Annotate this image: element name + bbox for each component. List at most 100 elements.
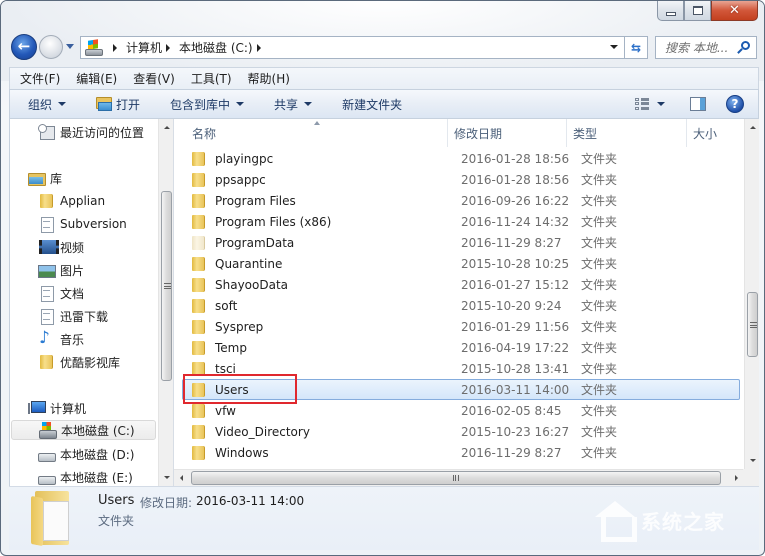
address-dropdown-icon[interactable] [610,45,618,49]
minimize-button[interactable] [657,1,684,21]
change-view-icon[interactable] [635,98,649,110]
file-row[interactable]: Windows 2016-11-29 8:27 文件夹 [182,442,740,463]
folder-icon [38,193,54,209]
folder-icon [190,382,206,398]
file-name: Windows [215,445,269,460]
file-name: soft [215,298,238,313]
scrollbar-thumb[interactable] [161,191,172,381]
column-header-date-modified[interactable]: 修改日期 [448,119,567,147]
maximize-button[interactable] [684,1,711,21]
organize-button[interactable]: 组织 [28,96,67,113]
sidebar-item-pictures[interactable]: 图片 [38,260,84,280]
sidebar-item-documents[interactable]: 文档 [38,283,84,303]
include-in-library-button[interactable]: 包含到库中 [170,96,245,113]
scroll-down-icon[interactable] [163,476,170,479]
breadcrumb-separator-icon[interactable] [113,43,117,52]
view-options-dropdown-icon[interactable] [657,102,665,106]
file-row[interactable]: Video_Directory 2015-10-23 16:27 文件夹 [182,421,740,442]
preview-pane-icon[interactable] [690,97,706,111]
document-icon [38,285,54,302]
file-name: playingpc [215,151,274,166]
breadcrumb-computer[interactable]: 计算机 [126,39,162,56]
sidebar-item-youku-library[interactable]: 优酷影视库 [38,352,120,372]
sidebar-item-recent-places[interactable]: 最近访问的位置 [38,122,144,142]
sidebar-item-drive-d[interactable]: 本地磁盘 (D:) [38,444,134,464]
new-folder-button[interactable]: 新建文件夹 [342,96,402,113]
navigation-pane-scrollbar[interactable] [158,119,173,486]
recent-pages-dropdown[interactable] [66,44,74,49]
scroll-down-icon[interactable] [749,459,756,462]
column-header-size[interactable]: 大小 [687,119,744,147]
file-row[interactable]: ShayooData 2016-01-27 15:12 文件夹 [182,274,740,295]
sidebar-item-xunlei-downloads[interactable]: 迅雷下载 [38,306,108,326]
document-icon [38,216,54,233]
computer-icon [28,400,46,416]
sidebar-item-subversion[interactable]: Subversion [38,214,127,234]
search-input[interactable] [665,40,737,55]
file-row[interactable]: ppsappc 2016-01-28 18:56 文件夹 [182,169,740,190]
menu-view[interactable]: 查看(V) [133,70,175,87]
file-type: 文件夹 [581,257,618,271]
menu-file[interactable]: 文件(F) [20,70,60,87]
file-row[interactable]: Program Files 2016-09-26 16:22 文件夹 [182,190,740,211]
scrollbar-corner [743,469,759,486]
address-bar[interactable]: 计算机 本地磁盘 (C:) [80,36,625,59]
search-box[interactable] [655,36,757,59]
file-list-horizontal-scrollbar[interactable] [174,469,744,486]
file-row[interactable]: Sysprep 2016-01-29 11:56 文件夹 [182,316,740,337]
sidebar-item-music[interactable]: 音乐 [38,328,84,349]
sidebar-item-applian[interactable]: Applian [38,191,105,211]
file-date-modified: 2016-11-29 8:27 [461,235,562,250]
sidebar-item-label: 迅雷下载 [60,309,109,324]
sidebar-item-drive-c[interactable]: 本地磁盘 (C:) [11,420,156,440]
file-row[interactable]: Program Files (x86) 2016-11-24 14:32 文件夹 [182,211,740,232]
forward-button[interactable] [39,35,63,59]
open-button[interactable]: 打开 [96,96,140,113]
column-header-type[interactable]: 类型 [567,119,687,147]
breadcrumb-separator-icon[interactable] [256,43,261,52]
file-date-modified: 2016-01-27 15:12 [461,277,570,292]
file-row[interactable]: playingpc 2016-01-28 18:56 文件夹 [182,148,740,169]
file-row[interactable]: Quarantine 2015-10-28 10:25 文件夹 [182,253,740,274]
back-button[interactable]: ← [11,34,37,60]
file-row[interactable]: Temp 2016-04-19 17:22 文件夹 [182,337,740,358]
file-name: Quarantine [215,256,283,271]
scroll-up-icon[interactable] [163,126,170,129]
help-icon[interactable]: ? [726,95,744,113]
file-list-vertical-scrollbar[interactable] [744,119,759,469]
file-row[interactable]: Users 2016-03-11 14:00 文件夹 [182,379,740,400]
explorer-window: ✕ ← 计算机 本地磁盘 (C:) ⇆ 文件(F) 编辑(E) 查看(V) 工具… [0,0,765,556]
menu-help[interactable]: 帮助(H) [248,70,290,87]
close-button[interactable]: ✕ [711,1,758,21]
menu-edit[interactable]: 编辑(E) [76,70,117,87]
sidebar-item-computer[interactable]: 计算机 [28,398,86,418]
breadcrumb-separator-icon[interactable] [166,43,171,52]
sidebar-item-videos[interactable]: 视频 [38,237,84,257]
scroll-up-icon[interactable] [749,126,756,129]
folder-icon [190,424,206,440]
refresh-button[interactable]: ⇆ [625,36,648,59]
search-icon[interactable] [737,41,750,55]
column-header-label: 修改日期 [454,126,503,141]
file-row[interactable]: soft 2015-10-20 9:24 文件夹 [182,295,740,316]
file-row[interactable]: ProgramData 2016-11-29 8:27 文件夹 [182,232,740,253]
sidebar-item-libraries[interactable]: 库 [28,168,62,188]
file-row[interactable]: tsci 2015-10-28 13:41 文件夹 [182,358,740,379]
file-date-modified: 2015-10-28 10:25 [461,256,570,271]
file-date-modified: 2016-01-29 11:56 [461,319,570,334]
menu-tools[interactable]: 工具(T) [191,70,232,87]
view-controls: ? [635,90,758,118]
file-type: 文件夹 [581,215,618,229]
share-button[interactable]: 共享 [274,96,313,113]
file-name: vfw [215,403,236,418]
new-folder-label: 新建文件夹 [342,97,403,112]
scrollbar-thumb[interactable] [747,292,758,357]
sidebar-item-drive-e[interactable]: 本地磁盘 (E:) [38,467,133,486]
scroll-left-icon[interactable] [180,475,183,481]
open-folder-icon [96,97,113,111]
breadcrumb-local-disk-c[interactable]: 本地磁盘 (C:) [179,39,253,56]
scroll-right-icon[interactable] [735,475,738,481]
column-header-label: 类型 [573,126,598,141]
file-row[interactable]: vfw 2016-02-05 8:45 文件夹 [182,400,740,421]
scrollbar-thumb[interactable] [191,471,721,485]
